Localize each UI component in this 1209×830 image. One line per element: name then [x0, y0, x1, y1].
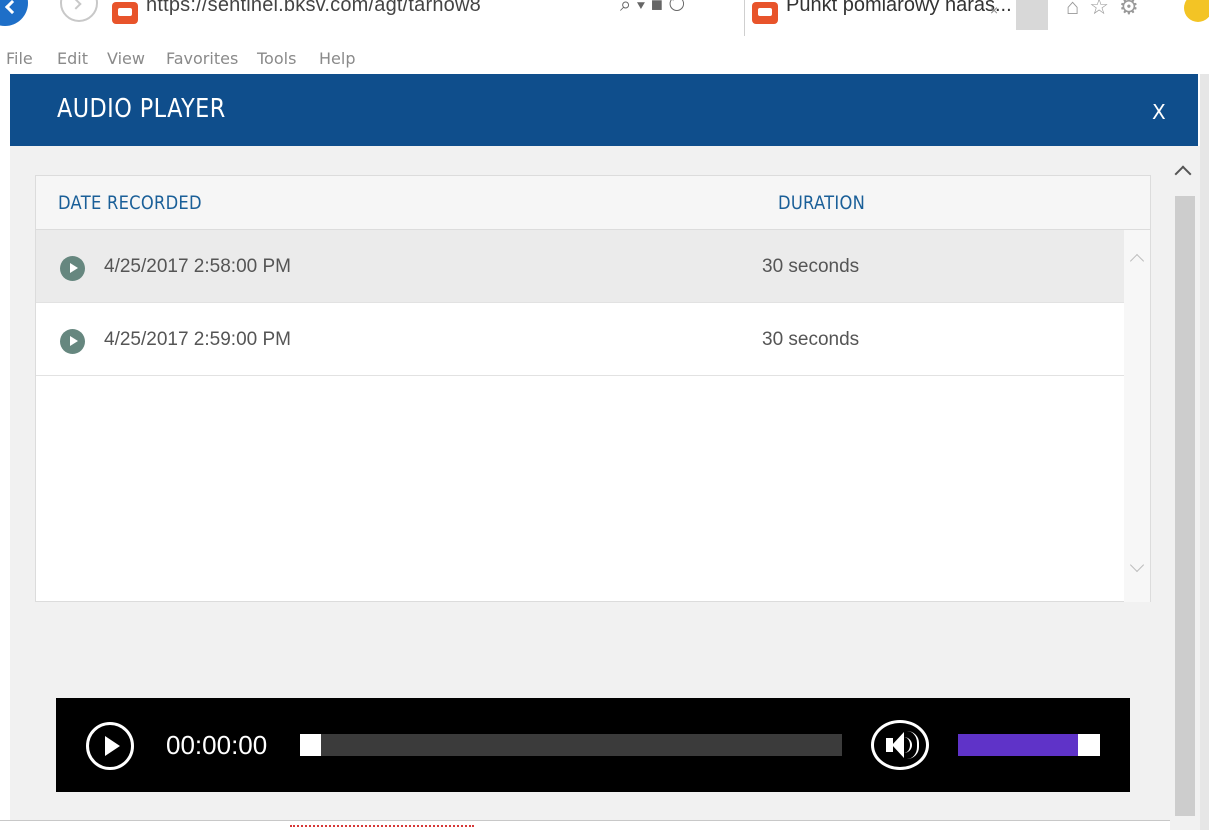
table-row[interactable]: 4/25/2017 2:58:00 PM 30 seconds	[36, 230, 1124, 303]
scrollbar-thumb[interactable]	[1175, 196, 1195, 816]
tab-favicon-icon	[752, 2, 778, 24]
back-button[interactable]	[0, 0, 28, 26]
recording-date: 4/25/2017 2:58:00 PM	[104, 256, 291, 277]
table-header: DATE RECORDED DURATION	[36, 176, 1150, 230]
page-scrollbar[interactable]	[1170, 146, 1200, 830]
seek-handle[interactable]	[300, 734, 321, 756]
address-bar[interactable]: https://sentinel.bksv.com/agt/tarnow8	[146, 0, 481, 17]
play-circle-icon[interactable]	[60, 256, 85, 281]
dialog-close-button[interactable]: X	[1152, 100, 1166, 124]
volume-handle[interactable]	[1078, 734, 1100, 756]
menu-edit[interactable]: Edit	[57, 49, 88, 68]
forward-arrow-icon	[70, 0, 82, 10]
underlying-page	[0, 820, 1170, 830]
spellcheck-underline	[290, 821, 474, 827]
recordings-table: DATE RECORDED DURATION 4/25/2017 2:58:00…	[35, 175, 1151, 602]
table-row[interactable]: 4/25/2017 2:59:00 PM 30 seconds	[36, 303, 1124, 376]
volume-slider[interactable]	[958, 734, 1078, 756]
menu-help[interactable]: Help	[319, 49, 355, 68]
speaker-cone	[892, 732, 904, 758]
menu-favorites[interactable]: Favorites	[166, 49, 238, 68]
chevron-down-icon[interactable]	[1129, 557, 1145, 573]
column-header-date[interactable]: DATE RECORDED	[58, 192, 202, 214]
back-arrow-icon	[4, 0, 20, 15]
audio-player-controls: 00:00:00	[56, 698, 1130, 792]
sound-wave	[907, 731, 919, 759]
menu-view[interactable]: View	[107, 49, 145, 68]
recording-duration: 30 seconds	[762, 329, 860, 350]
dialog-header: AUDIO PLAYER X	[10, 74, 1198, 146]
tab-close-icon[interactable]: ×	[990, 2, 998, 18]
play-icon[interactable]	[86, 722, 134, 770]
feedback-smiley-icon[interactable]	[1184, 0, 1209, 22]
tab-divider	[744, 0, 745, 36]
menu-tools[interactable]: Tools	[257, 49, 296, 68]
browser-tab[interactable]: Punkt pomiarowy naras...	[786, 0, 1012, 17]
browser-toolbar: https://sentinel.bksv.com/agt/tarnow8 ⌕ …	[0, 0, 1209, 44]
play-circle-icon[interactable]	[60, 329, 85, 354]
site-favicon-icon	[112, 2, 138, 24]
dialog-title: AUDIO PLAYER	[57, 94, 226, 124]
menu-file[interactable]: File	[6, 49, 33, 68]
address-bar-icons[interactable]: ⌕ ▾ ■ ↻	[620, 0, 685, 17]
speaker-volume-icon[interactable]	[871, 720, 929, 770]
column-header-duration[interactable]: DURATION	[778, 192, 865, 214]
recording-date: 4/25/2017 2:59:00 PM	[104, 329, 291, 350]
chevron-up-icon[interactable]	[1129, 253, 1145, 269]
seek-bar[interactable]	[320, 734, 842, 756]
new-tab-button[interactable]	[1016, 0, 1048, 30]
toolbar-icons[interactable]: ⌂☆⚙	[1066, 0, 1149, 20]
volume-level	[958, 734, 1078, 756]
chevron-up-icon[interactable]	[1174, 165, 1192, 183]
window-edge	[1200, 74, 1209, 830]
table-scrollbar[interactable]	[1124, 230, 1150, 602]
current-time: 00:00:00	[166, 730, 268, 760]
recording-duration: 30 seconds	[762, 256, 860, 277]
menu-bar: File Edit View Favorites Tools Help	[0, 44, 1209, 74]
forward-button[interactable]	[60, 0, 98, 22]
